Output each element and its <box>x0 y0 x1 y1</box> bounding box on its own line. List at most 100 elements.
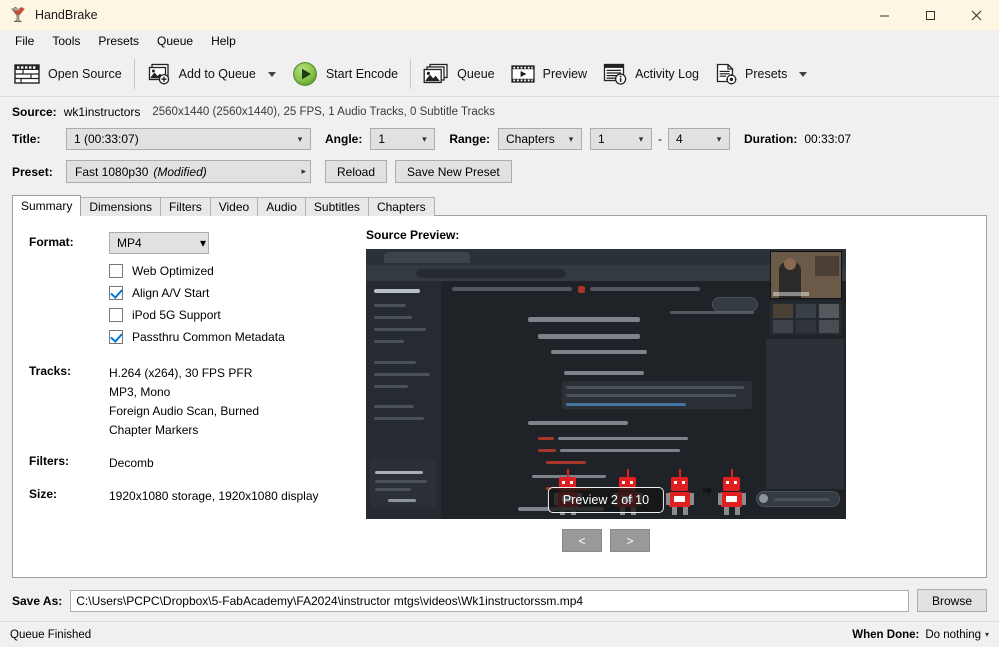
preview-heading-line <box>538 334 640 339</box>
source-row: Source: wk1instructors 2560x1440 (2560x1… <box>12 105 987 119</box>
filters-row: Filters: Decomb <box>29 454 358 473</box>
preview-next-button[interactable]: > <box>610 529 650 552</box>
when-done-select[interactable]: Do nothing ▾ <box>925 629 989 641</box>
browse-button[interactable]: Browse <box>916 589 987 612</box>
preview-navigation: < > <box>366 529 846 552</box>
chapter-end-select[interactable]: 4 ▾ <box>668 128 731 150</box>
preview-card-line <box>388 499 416 502</box>
chevron-down-icon: ▾ <box>199 236 206 250</box>
web-optimized-label: Web Optimized <box>132 264 214 278</box>
chevron-down-icon[interactable] <box>267 71 276 77</box>
preview-prev-button[interactable]: < <box>562 529 602 552</box>
maximize-button[interactable] <box>907 0 953 30</box>
robot-eye <box>734 481 737 484</box>
preview-sidebar-line <box>374 405 414 408</box>
web-optimized-checkbox[interactable] <box>109 264 123 278</box>
save-new-preset-button[interactable]: Save New Preset <box>395 160 512 183</box>
summary-panel: Format: MP4 ▾ Web Optimized Align A/V St… <box>12 215 987 578</box>
robot-arm <box>718 493 722 505</box>
preview-url-pill <box>416 269 566 278</box>
close-button[interactable] <box>953 0 999 30</box>
preset-select[interactable]: Fast 1080p30 (Modified) ▸ <box>66 160 311 183</box>
angle-select[interactable]: 1 ▾ <box>370 128 436 150</box>
preview-sidebar-line <box>374 373 430 376</box>
preview-thumb <box>796 304 816 318</box>
chevron-down-icon[interactable] <box>799 71 808 77</box>
range-dash: - <box>658 132 663 146</box>
preview-breadcrumb-icon <box>578 286 585 293</box>
source-name: wk1instructors <box>63 105 141 119</box>
chapter-start-value: 1 <box>598 132 605 146</box>
preview-link-line <box>566 403 686 406</box>
range-label: Range: <box>449 132 491 146</box>
chapter-start-select[interactable]: 1 ▾ <box>590 128 653 150</box>
preview-sidebar-line <box>374 304 406 307</box>
align-av-start-option[interactable]: Align A/V Start <box>109 282 358 304</box>
format-select[interactable]: MP4 ▾ <box>109 232 209 254</box>
reload-button[interactable]: Reload <box>325 160 388 183</box>
range-type-value: Chapters <box>506 132 555 146</box>
tab-video[interactable]: Video <box>209 197 259 216</box>
preview-sidebar-line <box>374 316 412 319</box>
menu-queue[interactable]: Queue <box>148 31 202 51</box>
passthru-metadata-option[interactable]: Passthru Common Metadata <box>109 326 358 348</box>
tab-chapters[interactable]: Chapters <box>367 197 435 216</box>
ipod-5g-support-checkbox[interactable] <box>109 308 123 322</box>
menu-tools[interactable]: Tools <box>43 31 89 51</box>
track-item: Chapter Markers <box>109 423 199 437</box>
tab-dimensions[interactable]: Dimensions <box>80 197 162 216</box>
start-encode-label: Start Encode <box>325 67 399 81</box>
tab-filters[interactable]: Filters <box>160 197 211 216</box>
web-optimized-option[interactable]: Web Optimized <box>109 260 358 282</box>
robot-body <box>721 492 742 507</box>
align-av-start-checkbox[interactable] <box>109 286 123 300</box>
preview-text-line <box>558 437 688 440</box>
preview-button[interactable]: Preview <box>503 55 595 93</box>
tab-subtitles[interactable]: Subtitles <box>304 197 369 216</box>
title-select[interactable]: 1 (00:33:07) ▾ <box>66 128 311 150</box>
preview-breadcrumb-line <box>452 287 572 291</box>
tab-audio[interactable]: Audio <box>257 197 306 216</box>
open-source-label: Open Source <box>48 67 122 81</box>
source-preview-image[interactable]: Preview 2 of 10 <box>366 249 846 519</box>
save-as-input[interactable] <box>70 589 909 612</box>
window-controls <box>861 0 999 30</box>
range-type-select[interactable]: Chapters ▾ <box>498 128 583 150</box>
preview-thumb <box>773 320 793 333</box>
ipod-5g-support-option[interactable]: iPod 5G Support <box>109 304 358 326</box>
passthru-metadata-checkbox[interactable] <box>109 330 123 344</box>
preset-modified-flag: (Modified) <box>153 164 207 179</box>
title-label: Title: <box>12 132 41 146</box>
format-select-value: MP4 <box>117 236 142 250</box>
chevron-down-icon: ▾ <box>297 133 303 144</box>
presets-label: Presets <box>745 67 788 81</box>
robot-eye <box>726 481 729 484</box>
tab-summary[interactable]: Summary <box>12 195 82 216</box>
chevron-down-icon: ▾ <box>984 630 989 639</box>
menu-help[interactable]: Help <box>202 31 245 51</box>
add-to-queue-button[interactable]: Add to Queue <box>139 55 284 93</box>
robot-leg <box>724 507 729 515</box>
minimize-button[interactable] <box>861 0 907 30</box>
activity-log-button[interactable]: Activity Log <box>595 55 707 93</box>
title-bar: HandBrake <box>0 0 999 30</box>
source-label: Source: <box>12 105 57 119</box>
menu-presets[interactable]: Presets <box>89 31 148 51</box>
robot-chest-panel <box>726 496 737 502</box>
open-source-button[interactable]: Open Source <box>6 55 130 93</box>
queue-label: Queue <box>457 67 495 81</box>
menu-file[interactable]: File <box>6 31 43 51</box>
presets-button[interactable]: Presets <box>707 55 815 93</box>
preview-sidebar-line <box>374 361 416 364</box>
robot-eye <box>570 481 573 484</box>
start-encode-button[interactable]: Start Encode <box>284 55 406 93</box>
preview-heading-line <box>528 421 628 425</box>
preview-card-line <box>375 488 411 491</box>
size-value: 1920x1080 storage, 1920x1080 display <box>109 489 319 503</box>
preview-right-panel <box>766 339 844 489</box>
handbrake-cocktail-icon <box>9 6 27 24</box>
preview-pill-icon <box>759 494 768 503</box>
queue-button[interactable]: Queue <box>415 55 503 93</box>
robot-graphic <box>666 469 694 515</box>
preview-thumb <box>819 304 839 318</box>
